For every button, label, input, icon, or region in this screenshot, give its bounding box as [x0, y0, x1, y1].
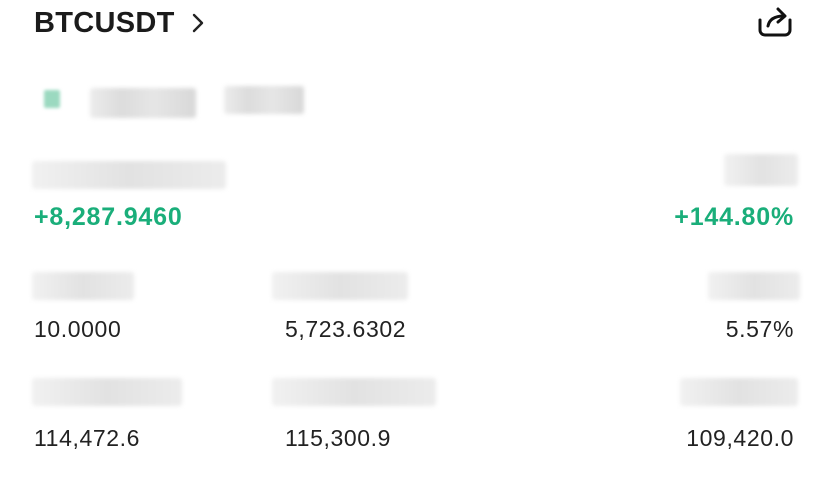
- chevron-right-icon[interactable]: [191, 10, 209, 36]
- symbol-title: BTCUSDT: [34, 6, 175, 39]
- stat-value: 10.0000: [34, 316, 122, 342]
- stat-value: 109,420.0: [686, 425, 794, 451]
- blurred-tag: [90, 88, 196, 118]
- blurred-label: [724, 154, 798, 186]
- share-icon[interactable]: [756, 2, 794, 38]
- stat-value: 115,300.9: [285, 425, 392, 451]
- blurred-label: [32, 272, 134, 300]
- position-header[interactable]: BTCUSDT: [34, 6, 209, 40]
- stat-value: 114,472.6: [34, 425, 141, 451]
- blurred-label: [272, 272, 408, 300]
- unrealized-pnl-amount: +8,287.9460: [34, 203, 183, 231]
- unrealized-pnl-percent: +144.80%: [674, 203, 794, 231]
- status-tag-blurred: [44, 90, 60, 108]
- blurred-label: [708, 272, 800, 300]
- blurred-tag: [224, 86, 304, 114]
- blurred-label: [32, 378, 182, 406]
- blurred-label: [272, 378, 436, 406]
- blurred-label: [32, 161, 226, 189]
- stat-value: 5.57%: [725, 316, 794, 342]
- stat-value: 5,723.6302: [285, 316, 407, 342]
- blurred-label: [680, 378, 798, 406]
